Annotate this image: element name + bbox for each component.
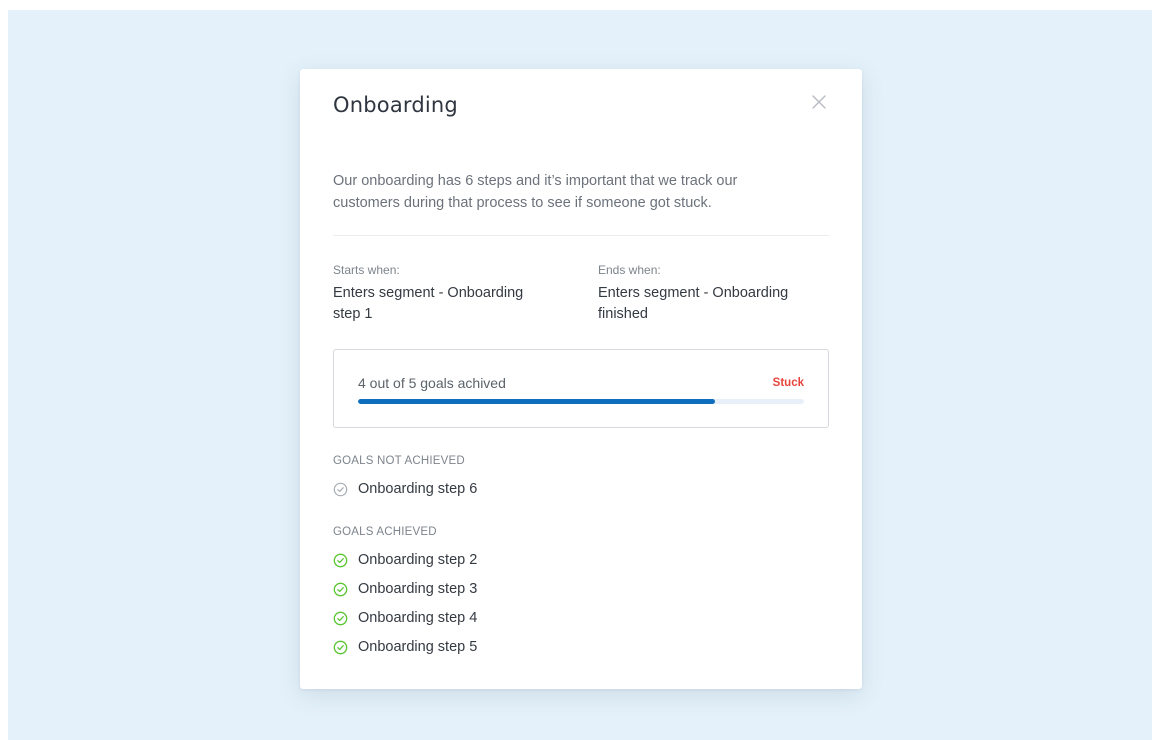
modal-description: Our onboarding has 6 steps and it’s impo… — [333, 173, 738, 211]
status-badge: Stuck — [772, 377, 804, 389]
goal-item-achieved: Onboarding step 2 — [333, 550, 477, 570]
goals-progress-card: 4 out of 5 goals achived Stuck — [333, 349, 829, 428]
check-circle-icon — [333, 611, 348, 625]
goal-label: Onboarding step 5 — [358, 639, 478, 655]
end-condition: Ends when: Enters segment - Onboarding f… — [598, 263, 818, 325]
check-circle-icon — [333, 640, 348, 654]
check-circle-icon — [333, 582, 348, 596]
end-value: Enters segment - Onboarding finished — [598, 285, 789, 322]
modal-title: Onboarding — [333, 93, 458, 117]
start-condition: Starts when: Enters segment - Onboarding… — [333, 263, 553, 325]
end-label: Ends when: — [598, 263, 661, 277]
goals-achieved-heading: GOALS ACHIEVED — [333, 526, 437, 538]
goals-not-achieved-heading: GOALS NOT ACHIEVED — [333, 455, 465, 467]
goal-label: Onboarding step 6 — [358, 481, 478, 497]
goal-label: Onboarding step 2 — [358, 552, 478, 568]
progress-track — [358, 399, 804, 404]
close-icon — [812, 95, 826, 109]
progress-fill — [358, 399, 715, 404]
check-circle-icon — [333, 553, 348, 567]
goal-item-achieved: Onboarding step 4 — [333, 608, 477, 628]
close-button[interactable] — [810, 93, 828, 111]
progress-text: 4 out of 5 goals achived — [358, 375, 506, 391]
divider — [333, 235, 829, 236]
goal-label: Onboarding step 3 — [358, 581, 478, 597]
goal-item-pending: Onboarding step 6 — [333, 479, 477, 499]
goal-item-achieved: Onboarding step 5 — [333, 637, 477, 657]
goal-item-achieved: Onboarding step 3 — [333, 579, 477, 599]
onboarding-modal: Onboarding Our onboarding has 6 steps an… — [300, 69, 862, 689]
goal-label: Onboarding step 4 — [358, 610, 478, 626]
check-circle-outline-icon — [333, 482, 348, 496]
start-value: Enters segment - Onboarding step 1 — [333, 285, 524, 322]
start-label: Starts when: — [333, 263, 400, 277]
